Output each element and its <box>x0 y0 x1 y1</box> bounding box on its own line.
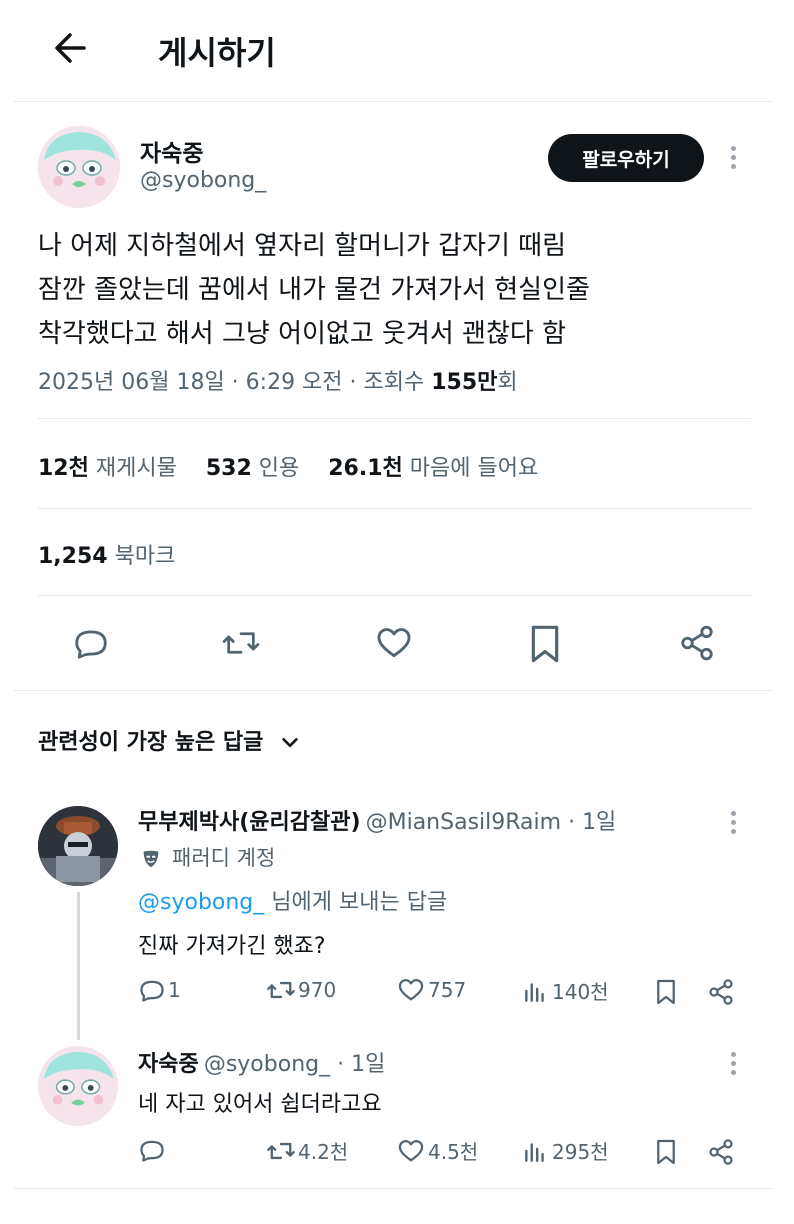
post-text: 나 어제 지하철에서 옆자리 할머니가 갑자기 때림 잠깐 졸았는데 꿈에서 내… <box>38 224 768 356</box>
reply-to-suffix: 님에게 보내는 답글 <box>264 890 448 915</box>
author-name[interactable]: 자숙중 <box>140 134 203 168</box>
reply-action-reply[interactable]: 1 <box>138 976 181 1004</box>
avatar[interactable] <box>38 806 118 886</box>
like-count: 4.5천 <box>428 1140 479 1164</box>
bookmark-icon[interactable] <box>528 624 562 664</box>
reply-text: 진짜 가져가긴 했죠? <box>138 934 326 959</box>
like-icon[interactable] <box>374 624 414 662</box>
bookmark-icon[interactable] <box>655 1138 677 1166</box>
likes-label: 마음에 들어요 <box>409 456 539 481</box>
reply-action-repost[interactable]: 970 <box>266 976 336 1004</box>
likes-stat[interactable]: 26.1천 마음에 들어요 <box>328 456 538 481</box>
page-title: 게시하기 <box>158 34 276 72</box>
reply-icon[interactable] <box>72 624 110 662</box>
chevron-down-icon <box>279 732 301 754</box>
post-meta: 2025년 06월 18일 · 6:29 오전 · 조회수 155만회 <box>38 364 518 396</box>
post-text-line: 착각했다고 해서 그냥 어이없고 웃겨서 괜찮다 함 <box>38 319 566 349</box>
more-icon[interactable] <box>731 146 737 173</box>
bookmarks-label: 북마크 <box>114 544 176 569</box>
bookmark-icon[interactable] <box>655 978 677 1006</box>
reposts-stat[interactable]: 12천 재게시물 <box>38 456 177 481</box>
more-icon[interactable] <box>731 811 737 838</box>
reply-author-handle[interactable]: @syobong_ · 1일 <box>204 1052 386 1077</box>
more-icon[interactable] <box>731 1052 737 1079</box>
share-icon[interactable] <box>707 1138 735 1166</box>
divider <box>38 418 751 419</box>
parody-mask-icon <box>140 848 162 870</box>
like-count: 757 <box>428 978 467 1002</box>
reposts-count: 12천 <box>38 456 89 481</box>
reply-action-repost[interactable]: 4.2천 <box>266 1136 348 1165</box>
parody-label: 패러디 계정 <box>172 846 276 870</box>
reply-text: 네 자고 있어서 쉽더라고요 <box>138 1092 382 1117</box>
reply-action-like[interactable]: 757 <box>396 976 466 1004</box>
quotes-count: 532 <box>205 456 252 481</box>
repost-icon <box>266 976 296 1004</box>
avatar[interactable] <box>38 1046 118 1126</box>
reposts-label: 재게시물 <box>95 456 177 481</box>
divider <box>14 690 774 691</box>
post-date[interactable]: 2025년 06월 18일 · 6:29 오전 · 조회수 <box>38 370 431 395</box>
bookmarks-count: 1,254 <box>38 544 108 569</box>
reply-action-views[interactable]: 140천 <box>522 976 609 1005</box>
header-divider <box>14 101 774 102</box>
reply-to-handle[interactable]: @syobong_ <box>138 890 264 915</box>
thread-line <box>77 892 80 1040</box>
reply-action-like[interactable]: 4.5천 <box>396 1136 478 1165</box>
views-icon <box>522 977 548 1005</box>
share-icon[interactable] <box>707 978 735 1006</box>
avatar[interactable] <box>38 126 120 208</box>
divider <box>38 595 751 596</box>
replying-to: @syobong_ 님에게 보내는 답글 <box>138 884 447 916</box>
reply-header: 무부제박사(윤리감찰관) @MianSasil9Raim · 1일 <box>138 804 616 836</box>
reply-count: 1 <box>168 978 181 1002</box>
reply-icon <box>138 1136 166 1164</box>
views-count: 140천 <box>552 980 609 1004</box>
reply-author-name[interactable]: 무부제박사(윤리감찰관) <box>138 810 361 835</box>
repost-count: 970 <box>298 978 337 1002</box>
post-text-line: 잠깐 졸았는데 꿈에서 내가 물건 가져가서 현실인줄 <box>38 275 590 305</box>
like-icon <box>396 1137 426 1165</box>
back-arrow-icon[interactable] <box>50 28 90 68</box>
parody-badge: 패러디 계정 <box>140 842 275 872</box>
reply-icon <box>138 976 166 1004</box>
repost-icon[interactable] <box>221 624 261 662</box>
reply-action-views[interactable]: 295천 <box>522 1136 609 1165</box>
reply-header: 자숙중 @syobong_ · 1일 <box>138 1046 385 1078</box>
repost-icon <box>266 1137 296 1165</box>
divider <box>14 1188 774 1189</box>
reply-sort-label: 관련성이 가장 높은 답글 <box>38 730 264 755</box>
author-handle[interactable]: @syobong_ <box>140 168 266 193</box>
bookmarks-stat[interactable]: 1,254 북마크 <box>38 538 175 570</box>
share-icon[interactable] <box>678 624 716 662</box>
divider <box>38 508 751 509</box>
post-text-line: 나 어제 지하철에서 옆자리 할머니가 갑자기 때림 <box>38 231 566 261</box>
like-icon <box>396 976 426 1004</box>
quotes-stat[interactable]: 532 인용 <box>206 456 299 481</box>
view-suffix: 회 <box>497 370 518 395</box>
follow-button[interactable]: 팔로우하기 <box>548 134 704 182</box>
reply-sort-dropdown[interactable]: 관련성이 가장 높은 답글 <box>38 724 301 756</box>
views-icon <box>522 1137 548 1165</box>
reply-author-name[interactable]: 자숙중 <box>138 1052 199 1077</box>
view-count: 155만 <box>431 370 498 395</box>
post-stats: 12천 재게시물 532 인용 26.1천 마음에 들어요 <box>38 450 538 482</box>
views-count: 295천 <box>552 1140 609 1164</box>
reply-action-reply[interactable] <box>138 1136 168 1164</box>
likes-count: 26.1천 <box>328 456 403 481</box>
quotes-label: 인용 <box>258 456 300 481</box>
reply-author-handle[interactable]: @MianSasil9Raim · 1일 <box>366 810 617 835</box>
repost-count: 4.2천 <box>298 1140 349 1164</box>
